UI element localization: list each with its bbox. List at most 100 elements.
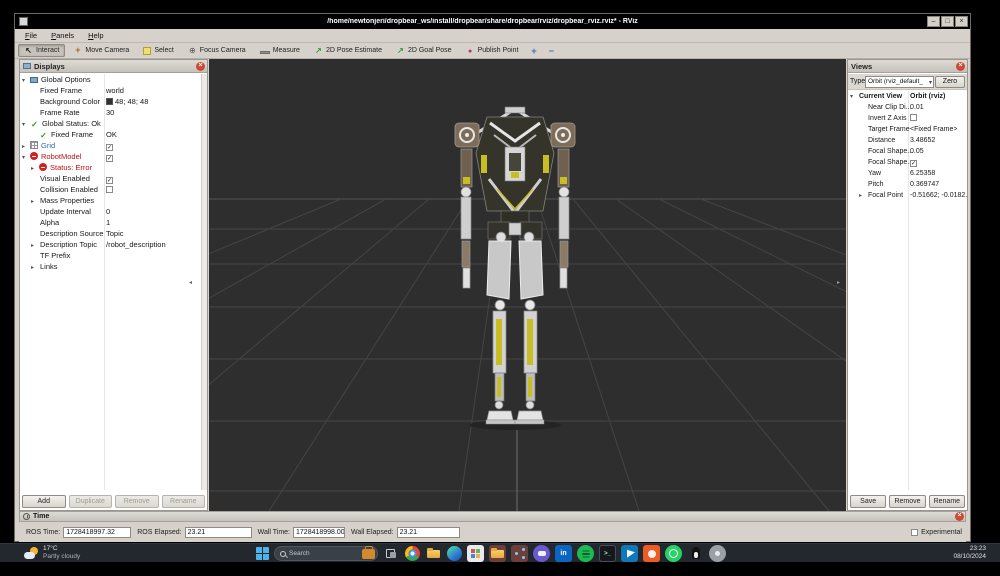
tree-row[interactable]: Visual Enabled✓ (20, 173, 200, 184)
robot-model[interactable] (455, 107, 575, 430)
tree-row[interactable]: ▾Current ViewOrbit (rviz) (848, 91, 967, 102)
splitter-collapse-right-icon[interactable]: ▸ (837, 280, 840, 286)
time-panel-header[interactable]: Time (19, 511, 966, 522)
tool-measure[interactable]: Measure (254, 44, 306, 57)
tree-row[interactable]: Update Interval0 (20, 206, 200, 217)
tree-row[interactable]: Distance3.48652 (848, 135, 967, 146)
postman-icon[interactable] (643, 545, 660, 562)
checkbox[interactable]: ✓ (106, 144, 113, 151)
tool-move-camera[interactable]: Move Camera (67, 44, 135, 57)
tree-row[interactable]: ▸Grid✓ (20, 140, 200, 151)
tree-row[interactable]: Description SourceTopic (20, 228, 200, 239)
3d-viewport[interactable] (209, 59, 846, 511)
tree-row[interactable]: Yaw6.25358 (848, 168, 967, 179)
chrome-icon[interactable] (405, 546, 420, 561)
tree-row[interactable]: TF Prefix (20, 250, 200, 261)
tree-row[interactable]: Fixed FrameOK (20, 129, 200, 140)
save-button[interactable]: Save (850, 495, 886, 508)
expander-icon[interactable]: ▸ (31, 263, 39, 274)
tree-value-checkbox[interactable]: ✓ (106, 151, 113, 162)
experimental-checkbox[interactable] (911, 529, 918, 536)
view-type-dropdown[interactable]: Orbit (rviz_default_ (865, 76, 934, 88)
zero-button[interactable]: Zero (935, 76, 965, 88)
whatsapp-icon[interactable] (665, 545, 682, 562)
tree-value-checkbox[interactable] (106, 184, 113, 195)
folder-active-icon[interactable] (489, 545, 506, 562)
tree-value[interactable]: world (106, 85, 124, 96)
tree-value[interactable]: 3.48652 (910, 135, 935, 146)
remove-tool-icon[interactable]: − (544, 44, 559, 57)
gimp-icon[interactable] (709, 545, 726, 562)
checkbox[interactable]: ✓ (910, 160, 917, 167)
tree-value[interactable]: 30 (106, 107, 114, 118)
time-field-value[interactable]: 23.21 (185, 527, 252, 538)
tool-select[interactable]: Select (137, 44, 179, 57)
tree-value[interactable]: 0.01 (910, 102, 924, 113)
displays-scrollbar[interactable] (201, 74, 207, 490)
tool-publish-point[interactable]: Publish Point (460, 44, 525, 57)
displays-panel-header[interactable]: Displays (20, 60, 207, 73)
file-explorer-icon[interactable] (425, 545, 442, 562)
tree-row[interactable]: ▾RobotModel✓ (20, 151, 200, 162)
rename-button[interactable]: Rename (929, 495, 965, 508)
edge-icon[interactable] (447, 546, 462, 561)
checkbox[interactable] (106, 186, 113, 193)
tree-row[interactable]: Focal Shape...0.05 (848, 146, 967, 157)
tree-value[interactable]: 0.369747 (910, 179, 939, 190)
discord-icon[interactable] (533, 545, 550, 562)
linux-icon[interactable] (687, 545, 704, 562)
tree-row[interactable]: ▸Focal Point-0.51662; -0.0182... (848, 190, 967, 201)
close-icon[interactable] (955, 512, 964, 521)
tree-row[interactable]: Alpha1 (20, 217, 200, 228)
task-view-icon[interactable] (383, 545, 400, 562)
tree-row[interactable]: Frame Rate30 (20, 107, 200, 118)
tree-row[interactable]: Fixed Frameworld (20, 85, 200, 96)
tool-interact[interactable]: Interact (18, 44, 65, 57)
tool-focus-camera[interactable]: Focus Camera (182, 44, 252, 57)
views-panel-header[interactable]: Views (848, 60, 967, 73)
checkbox[interactable]: ✓ (106, 177, 113, 184)
tree-row[interactable]: Pitch0.369747 (848, 179, 967, 190)
tree-row[interactable]: Collision Enabled (20, 184, 200, 195)
checkbox[interactable]: ✓ (106, 155, 113, 162)
tree-row[interactable]: Target Frame<Fixed Frame> (848, 124, 967, 135)
tree-row[interactable]: ▸Status: Error (20, 162, 200, 173)
tree-value[interactable]: Topic (106, 228, 124, 239)
viewport-scene[interactable] (209, 59, 846, 511)
share-active-icon[interactable] (511, 545, 528, 562)
windows-start-button[interactable] (256, 547, 269, 560)
store-icon[interactable] (467, 545, 484, 562)
vscode-icon[interactable] (621, 545, 638, 562)
maximize-button[interactable]: □ (941, 16, 954, 27)
tree-row[interactable]: Focal Shape...✓ (848, 157, 967, 168)
minimize-button[interactable]: – (927, 16, 940, 27)
tree-value[interactable]: 6.25358 (910, 168, 935, 179)
close-button[interactable]: × (955, 16, 968, 27)
menu-item-help[interactable]: Help (81, 30, 110, 41)
linkedin-icon[interactable] (555, 545, 572, 562)
tree-value-checkbox[interactable] (910, 113, 917, 124)
tree-value[interactable]: <Fixed Frame> (910, 124, 957, 135)
tree-row[interactable]: Background Color48; 48; 48 (20, 96, 200, 107)
tree-value[interactable]: 0.05 (910, 146, 924, 157)
tree-row[interactable]: ▸Description Topic/robot_description (20, 239, 200, 250)
checkbox[interactable] (910, 114, 917, 121)
taskbar-search[interactable]: Search (274, 546, 378, 561)
tree-value[interactable]: Orbit (rviz) (910, 91, 945, 102)
menu-item-panels[interactable]: Panels (44, 30, 81, 41)
tree-value[interactable]: OK (106, 129, 117, 140)
remove-button[interactable]: Remove (889, 495, 925, 508)
tree-value-checkbox[interactable]: ✓ (910, 157, 917, 168)
experimental-toggle[interactable]: Experimental (911, 529, 962, 536)
menu-item-file[interactable]: File (18, 30, 44, 41)
tree-value[interactable]: -0.51662; -0.0182... (910, 190, 967, 201)
tree-row[interactable]: Invert Z Axis (848, 113, 967, 124)
time-field-value[interactable]: 1728418998.00 (293, 527, 345, 538)
tree-row[interactable]: ▸Links (20, 261, 200, 272)
add-tool-icon[interactable]: + (526, 44, 541, 57)
tree-row[interactable]: ▸Mass Properties (20, 195, 200, 206)
tool-2d-goal-pose[interactable]: 2D Goal Pose (390, 44, 458, 57)
tree-value-checkbox[interactable]: ✓ (106, 173, 113, 184)
tree-value[interactable]: 1 (106, 217, 110, 228)
close-icon[interactable] (956, 62, 965, 71)
